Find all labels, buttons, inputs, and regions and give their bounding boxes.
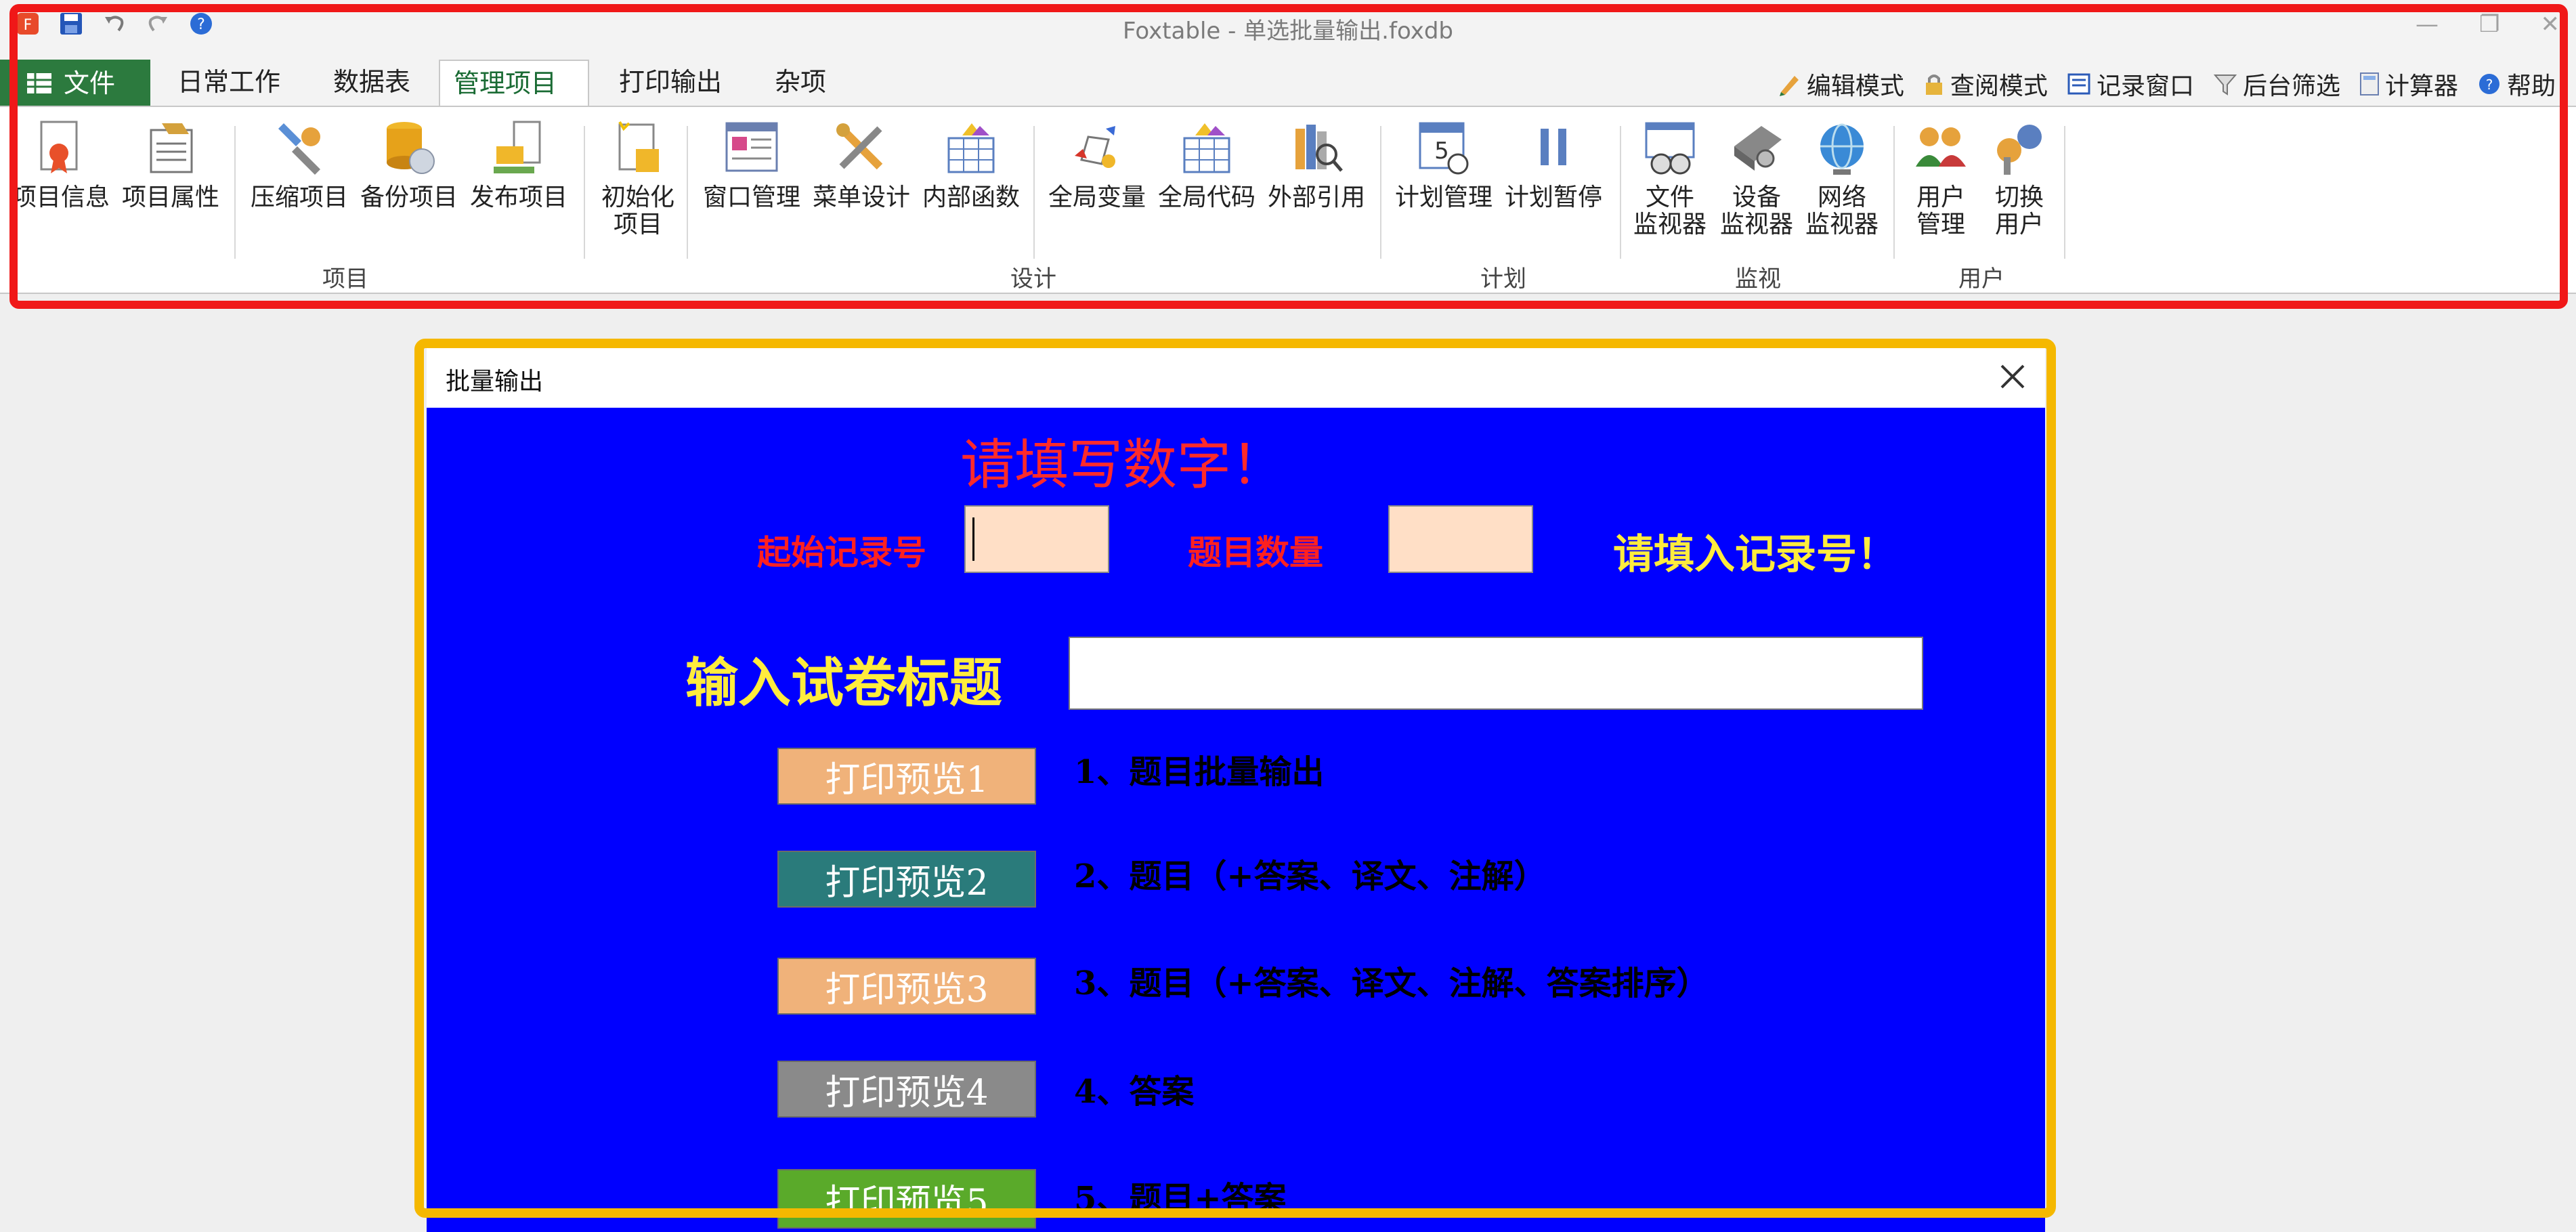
group-label-design: 设计: [1010, 265, 1056, 293]
help-icon: ?: [2478, 74, 2499, 94]
separator: [2064, 126, 2065, 259]
wrench-screwdriver-icon: [836, 123, 883, 170]
initialize-project-button[interactable]: 初始化 项目: [584, 119, 692, 248]
print-preview-1-button[interactable]: 打印预览1: [777, 748, 1036, 805]
new-document-icon: [618, 121, 659, 172]
print-preview-2-button[interactable]: 打印预览2: [777, 851, 1036, 908]
tab-manage-project[interactable]: 管理项目: [439, 60, 589, 106]
edit-mode-button[interactable]: 编辑模式: [1777, 66, 1904, 102]
file-monitor-button[interactable]: 文件 监视器: [1620, 119, 1720, 248]
dialog-title: 批量输出: [446, 368, 544, 396]
schedule-pause-button[interactable]: 计划暂停: [1499, 119, 1608, 248]
internal-functions-button[interactable]: 内部函数: [917, 119, 1025, 248]
group-label-project: 项目: [322, 265, 368, 293]
users-icon: [1916, 127, 1966, 167]
print-preview-3-desc: 3、题目（+答案、译文、注解、答案排序）: [1074, 964, 1709, 1002]
print-preview-4-desc: 4、答案: [1074, 1073, 1195, 1111]
ribbon-panel: 项目信息 项目属性 压缩项目 备份项目 发布项目 初始化 项目 窗口管理 菜单设…: [0, 106, 2576, 294]
form-icon: [2067, 73, 2090, 95]
window-form-icon: [725, 122, 778, 172]
database-disc-icon: [387, 122, 435, 174]
filter-icon: [2213, 75, 2237, 95]
pause-icon: [1541, 129, 1566, 165]
print-preview-3-button[interactable]: 打印预览3: [777, 958, 1036, 1015]
window-management-button[interactable]: 窗口管理: [697, 119, 806, 248]
certificate-icon: [40, 121, 78, 173]
table-gem-icon: [947, 123, 995, 173]
publish-project-button[interactable]: 发布项目: [465, 119, 573, 248]
start-record-input[interactable]: [964, 505, 1109, 573]
ribbon-tab-bar: 文件 日常工作 数据表 管理项目 打印输出 杂项 编辑模式 查阅模式 记录窗口 …: [0, 56, 2576, 107]
lock-icon: [1925, 75, 1942, 95]
calculator-button[interactable]: 计算器: [2359, 66, 2458, 102]
tab-file-label: 文件: [64, 68, 116, 98]
schedule-management-button[interactable]: 5 计划管理: [1390, 119, 1498, 248]
device-icon: [1734, 126, 1782, 171]
group-label-schedule: 计划: [1480, 265, 1526, 293]
print-preview-2-desc: 2、题目（+答案、译文、注解）: [1074, 857, 1547, 895]
print-preview-5-button[interactable]: 打印预览5: [777, 1169, 1036, 1229]
network-monitor-button[interactable]: 网络 监视器: [1792, 119, 1892, 248]
svg-text:5: 5: [1434, 137, 1449, 165]
print-preview-4-button[interactable]: 打印预览4: [777, 1061, 1036, 1118]
close-window-icon[interactable]: ✕: [2541, 11, 2560, 38]
tab-file[interactable]: 文件: [0, 60, 150, 107]
warning-fill-number: 请填写数字！: [960, 433, 1285, 496]
background-filter-button[interactable]: 后台筛选: [2213, 66, 2340, 102]
print-preview-1-desc: 1、题目批量输出: [1074, 753, 1325, 791]
project-properties-button[interactable]: 项目属性: [116, 119, 225, 248]
grid-icon: [27, 73, 51, 93]
quick-tools: 编辑模式 查阅模式 记录窗口 后台筛选 计算器 ? 帮助: [1777, 66, 2556, 102]
variables-icon: [1075, 126, 1115, 168]
global-variables-button[interactable]: 全局变量: [1043, 119, 1151, 248]
menu-design-button[interactable]: 菜单设计: [807, 119, 916, 248]
close-icon[interactable]: [1994, 358, 2032, 396]
record-window-button[interactable]: 记录窗口: [2067, 66, 2194, 102]
print-preview-5-desc: 5、题目+答案: [1074, 1180, 1287, 1218]
tools-icon: [278, 123, 320, 175]
compress-project-button[interactable]: 压缩项目: [245, 119, 353, 248]
restore-icon[interactable]: ❐: [2479, 11, 2499, 38]
tab-print-output[interactable]: 打印输出: [605, 60, 735, 106]
warning-fill-record: 请填入记录号！: [1613, 531, 1897, 578]
globe-icon: [1820, 123, 1864, 175]
window-title: Foxtable - 单选批量输出.foxdb: [1122, 18, 1454, 45]
global-code-button[interactable]: 全局代码: [1153, 119, 1261, 248]
question-count-input[interactable]: [1388, 505, 1533, 573]
dialog-title-bar: 批量输出: [427, 348, 2045, 408]
separator: [234, 126, 236, 259]
read-mode-button[interactable]: 查阅模式: [1923, 66, 2048, 102]
group-label-monitor: 监视: [1735, 265, 1781, 293]
keys-icon: [1997, 125, 2042, 175]
external-references-button[interactable]: 外部引用: [1262, 119, 1371, 248]
tab-data-table[interactable]: 数据表: [320, 60, 424, 106]
tab-daily-work[interactable]: 日常工作: [164, 60, 294, 106]
tab-misc[interactable]: 杂项: [761, 60, 840, 106]
text-cursor: [972, 517, 974, 561]
calculator-icon: [2359, 72, 2379, 95]
help-button[interactable]: ? 帮助: [2477, 66, 2556, 102]
title-bar: F ? Foxtable - 单选批量输出.foxdb — ❐ ✕: [0, 0, 2576, 56]
separator: [687, 126, 688, 259]
document-hand-icon: [150, 123, 193, 173]
minimize-icon[interactable]: —: [2416, 11, 2439, 38]
project-info-button[interactable]: 项目信息: [7, 119, 115, 248]
start-record-label: 起始记录号: [757, 532, 926, 572]
exam-title-input[interactable]: [1069, 637, 1923, 710]
file-monitor-icon: [1645, 122, 1695, 175]
separator: [1033, 126, 1035, 259]
exam-title-label: 输入试卷标题: [685, 652, 1003, 714]
group-label-user: 用户: [1958, 265, 2004, 293]
publish-icon: [494, 121, 541, 173]
books-magnifier-icon: [1295, 125, 1343, 172]
question-count-label: 题目数量: [1188, 532, 1323, 572]
svg-text:?: ?: [2486, 77, 2493, 93]
backup-project-button[interactable]: 备份项目: [355, 119, 463, 248]
calendar-clock-icon: 5: [1419, 122, 1469, 175]
pencil-icon: [1779, 76, 1799, 96]
code-table-icon: [1183, 123, 1230, 173]
separator: [1380, 126, 1381, 259]
switch-user-button[interactable]: 切换 用户: [1969, 119, 2069, 248]
window-controls: — ❐ ✕: [2416, 11, 2560, 38]
